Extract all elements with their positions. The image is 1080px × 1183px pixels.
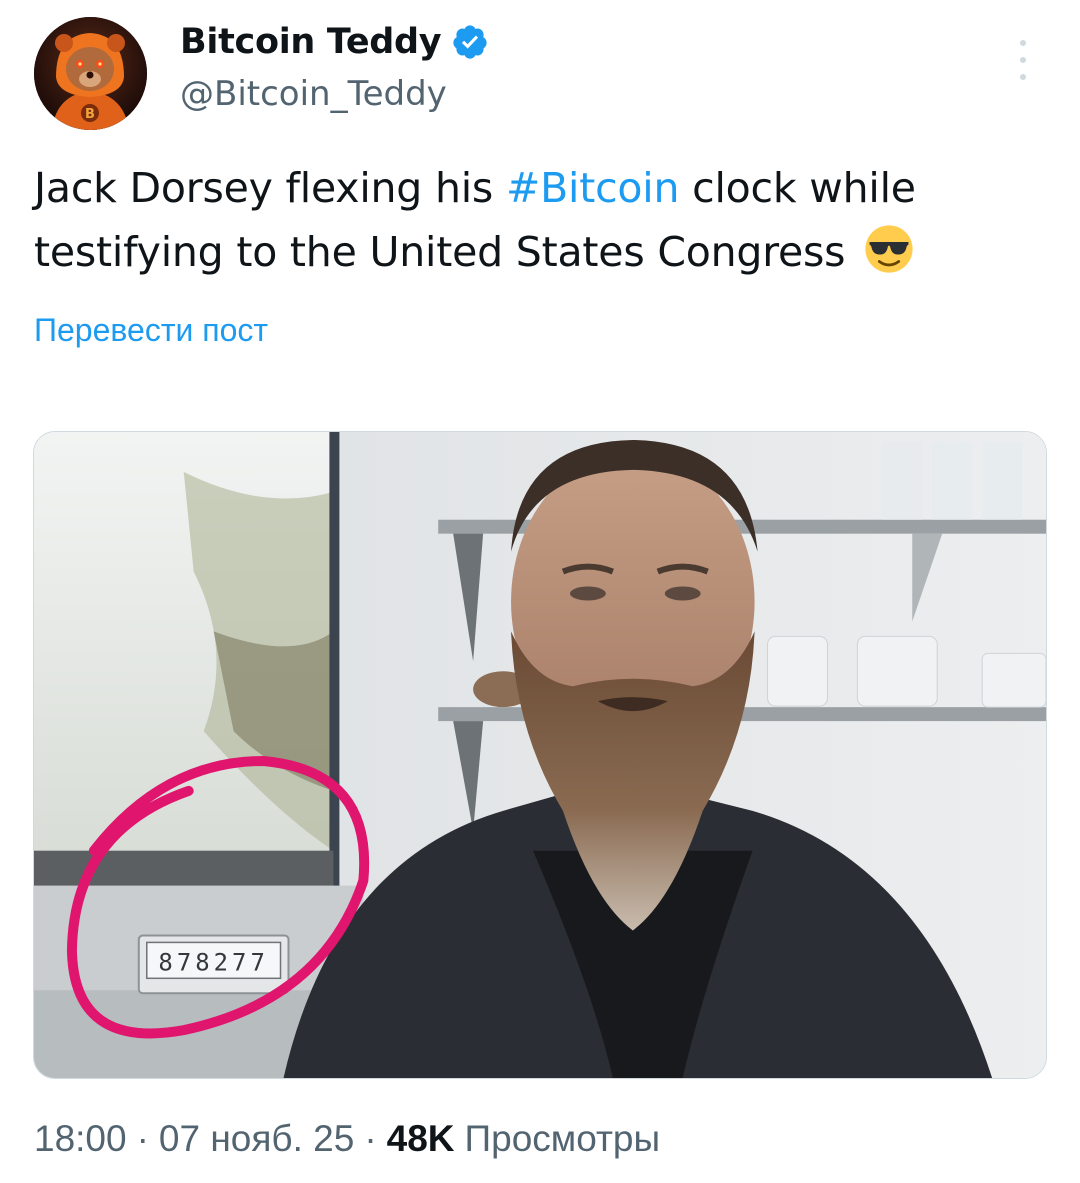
clock-digits: 878277	[158, 948, 268, 976]
sunglasses-emoji-icon	[865, 225, 913, 273]
hashtag-link[interactable]: #Bitcoin	[506, 164, 680, 212]
author-handle[interactable]: @Bitcoin_Teddy	[180, 74, 447, 114]
author-display-name[interactable]: Bitcoin Teddy	[180, 22, 442, 62]
post-meta: 18:00 · 07 нояб. 25 · 48K Просмотры	[34, 1118, 660, 1160]
meta-separator: ·	[364, 1118, 377, 1159]
more-dot	[1020, 57, 1026, 63]
verified-badge-icon	[453, 25, 487, 59]
meta-separator: ·	[136, 1118, 149, 1159]
translate-post-link[interactable]: Перевести пост	[34, 312, 268, 349]
tweet-text: Jack Dorsey flexing his #Bitcoin clock w…	[34, 156, 1064, 284]
teddy-bear-avatar-icon: B	[34, 17, 147, 130]
video-frame: 878277	[34, 432, 1046, 1078]
avatar-letter: B	[85, 107, 95, 122]
views-count[interactable]: 48K	[387, 1118, 455, 1160]
author-name-row: Bitcoin Teddy	[180, 22, 489, 62]
tweet: B Bitcoin Teddy @Bitcoin_Teddy Jack Dors…	[0, 0, 1080, 1183]
post-video-thumbnail[interactable]: 878277	[33, 431, 1047, 1079]
post-time[interactable]: 18:00	[34, 1118, 127, 1160]
more-dot	[1020, 74, 1026, 80]
more-options-icon[interactable]	[1010, 40, 1036, 80]
tweet-text-start: Jack Dorsey flexing his	[34, 164, 506, 212]
author-avatar[interactable]: B	[34, 17, 147, 130]
views-label: Просмотры	[464, 1118, 661, 1159]
post-date[interactable]: 07 нояб. 25	[159, 1118, 354, 1160]
more-dot	[1020, 40, 1026, 46]
